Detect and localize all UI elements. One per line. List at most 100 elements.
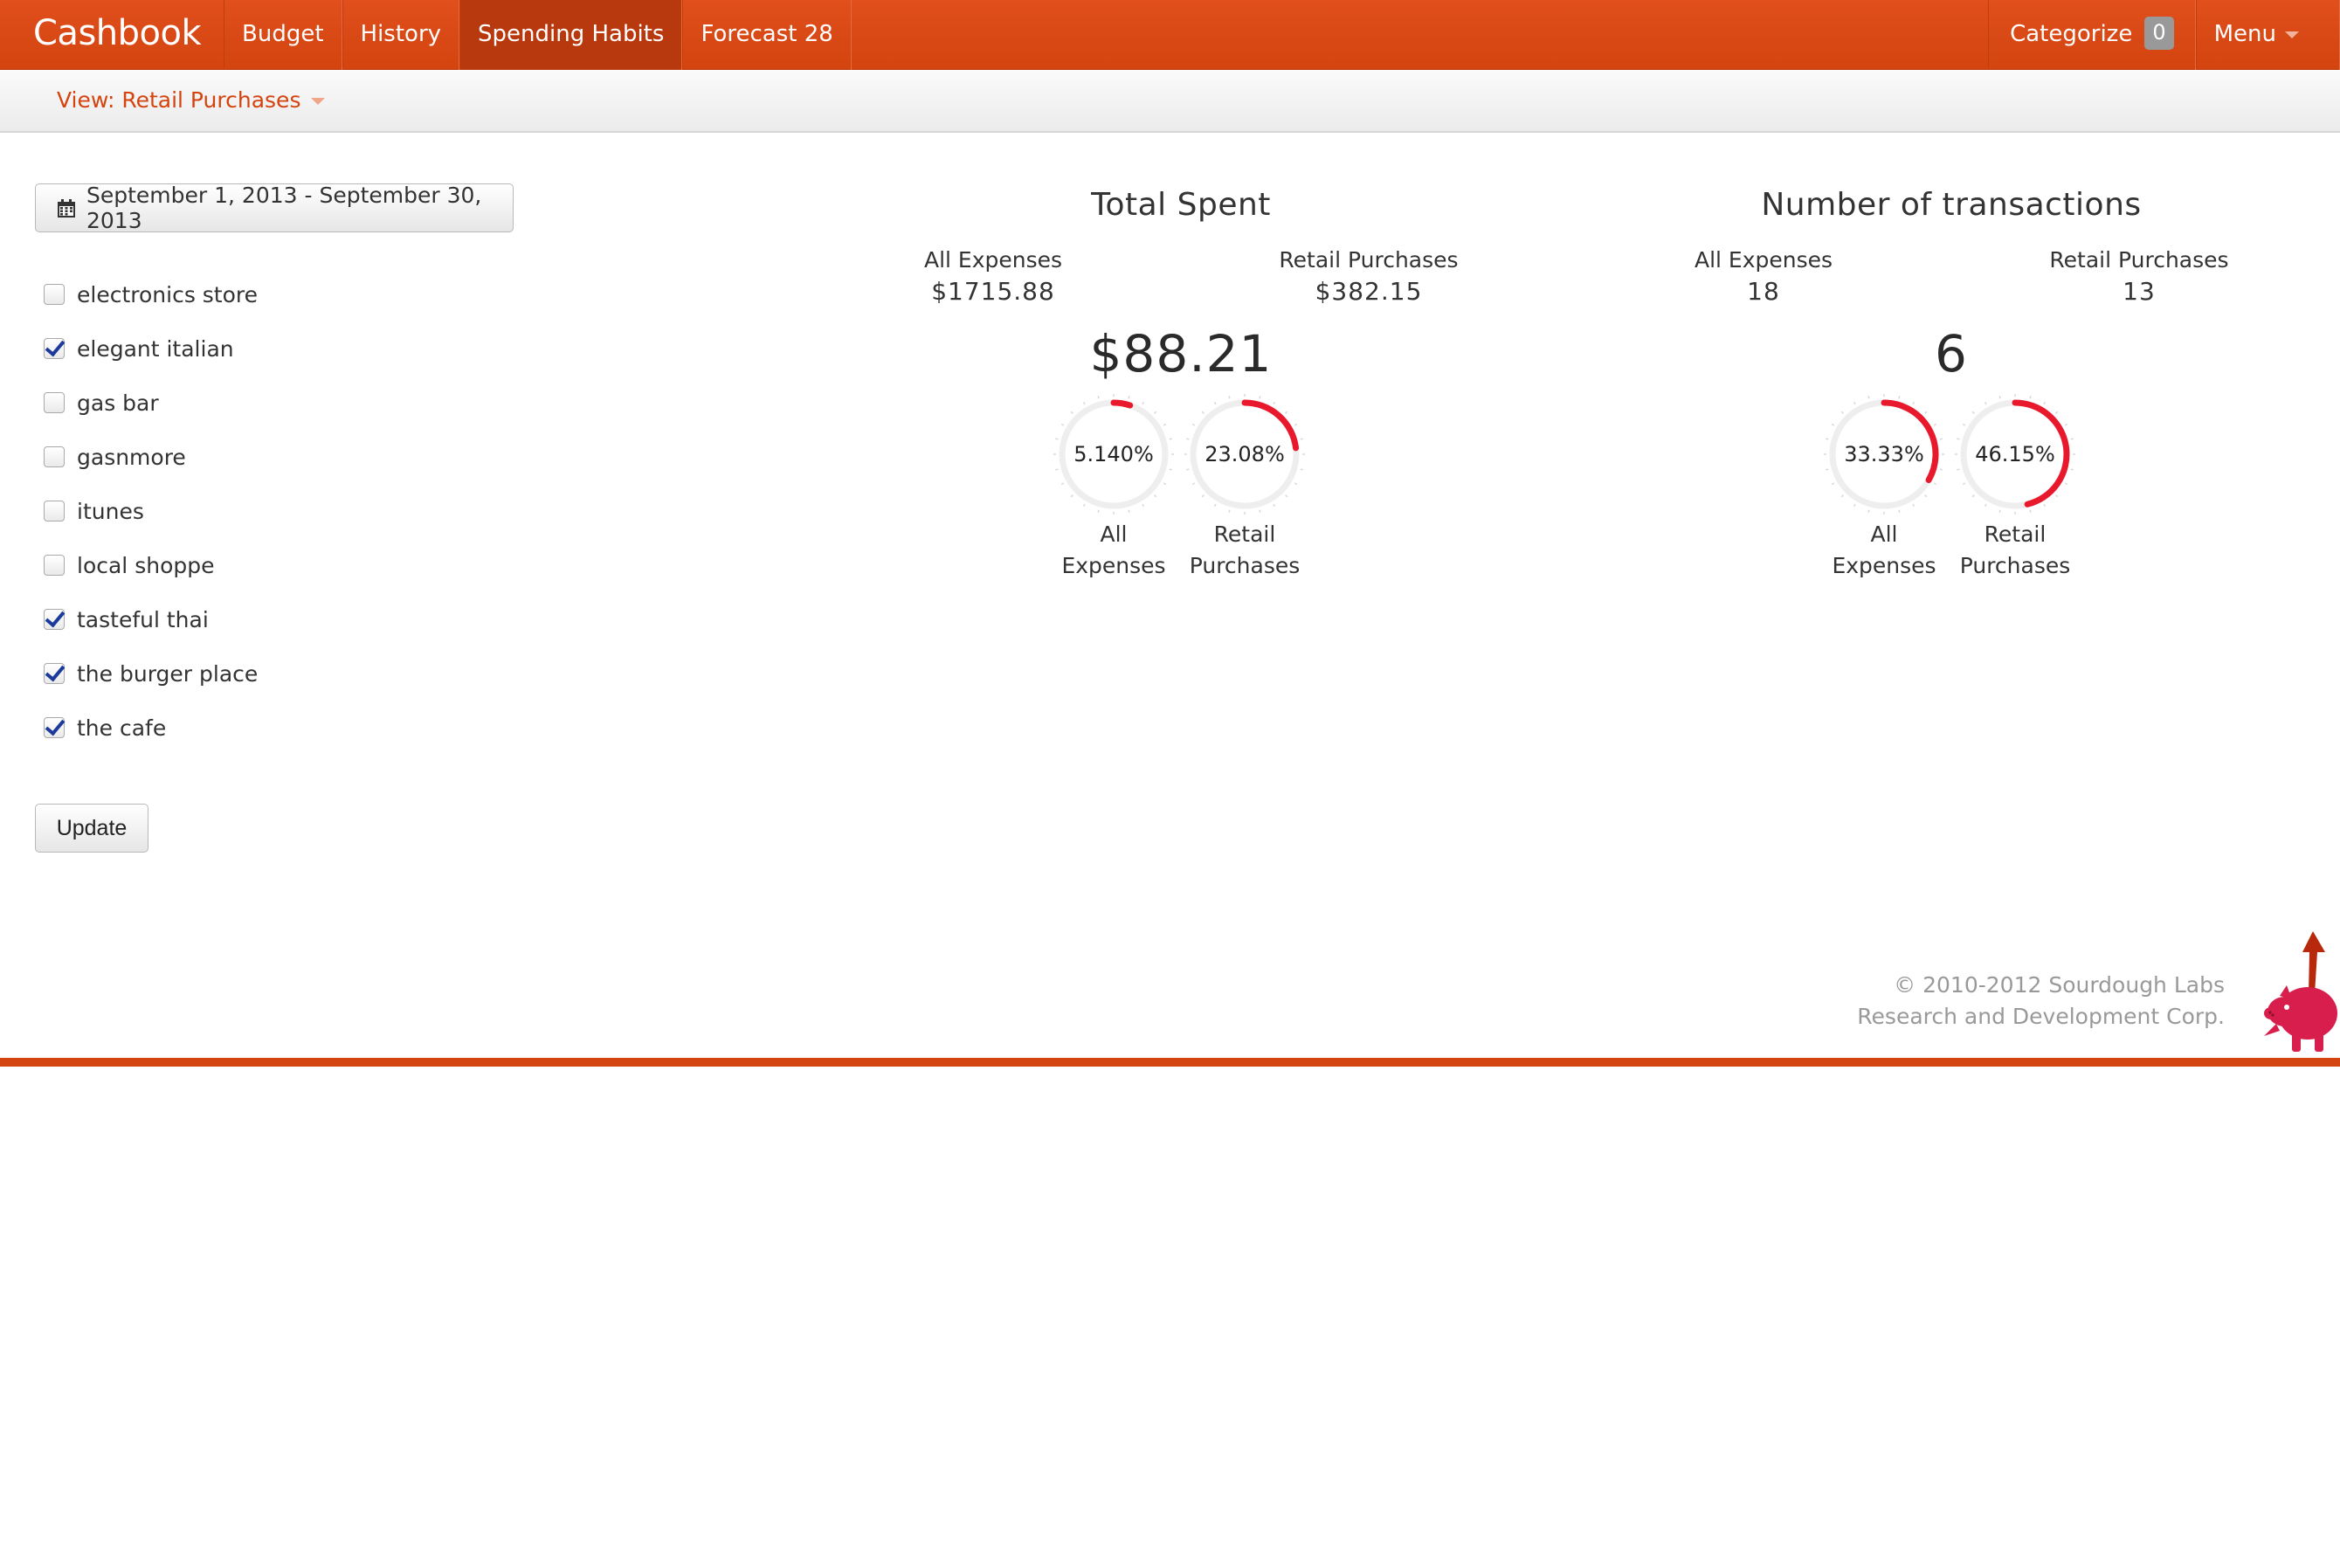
- footer-line-2: Research and Development Corp.: [1857, 1004, 2225, 1029]
- stat-value: 13: [2123, 277, 2156, 306]
- selected-total: $88.21: [1089, 324, 1273, 383]
- filter-checkbox[interactable]: [44, 609, 65, 630]
- retail-purchases-stat: Retail Purchases 13: [2008, 245, 2270, 307]
- gauge-tick: [1924, 411, 1928, 414]
- gauge-tick: [1912, 503, 1915, 508]
- filter-checkbox[interactable]: [44, 284, 65, 305]
- percent-gauge: 46.15%: [1955, 394, 2075, 515]
- filter-checkbox[interactable]: [44, 555, 65, 576]
- footer-rule: [0, 1058, 2340, 1067]
- filter-checkbox[interactable]: [44, 501, 65, 522]
- stat-label: Retail Purchases: [2049, 247, 2229, 273]
- gauge-tick: [1294, 482, 1298, 486]
- nav-spending-habits[interactable]: Spending Habits: [459, 0, 683, 70]
- gauge-tick: [1163, 423, 1167, 426]
- gauge-tick: [1201, 411, 1205, 414]
- stat-value: $1715.88: [931, 277, 1055, 306]
- nav-menu[interactable]: Menu: [2195, 0, 2340, 70]
- up-arrow-icon: [2302, 931, 2325, 994]
- chevron-down-icon: [311, 98, 326, 105]
- update-button[interactable]: Update: [35, 804, 148, 853]
- panel-title: Number of transactions: [1761, 187, 2142, 223]
- gauge-tick: [1984, 401, 1987, 405]
- gauge-tick: [1273, 401, 1276, 405]
- nav-history[interactable]: History: [342, 0, 460, 70]
- gauge-tick: [1831, 482, 1835, 486]
- gauge-tick: [1939, 468, 1943, 471]
- footer-line-1: © 2010-2012 Sourdough Labs: [1894, 972, 2225, 998]
- stat-value: $382.15: [1315, 277, 1423, 306]
- gauge-label-line: All: [1870, 522, 1898, 547]
- footer-copyright: © 2010-2012 Sourdough Labs Research and …: [1857, 970, 2225, 1033]
- gauge-label-line: Retail: [1984, 522, 2047, 547]
- gauge-value: 46.15%: [1975, 442, 2055, 466]
- gauge-tick: [1285, 411, 1288, 414]
- gauge-tick: [1082, 401, 1086, 405]
- summary-stats: All Expenses $1715.88 Retail Purchases $…: [805, 245, 1557, 323]
- filter-label[interactable]: local shoppe: [77, 553, 214, 578]
- filter-checkbox[interactable]: [44, 663, 65, 684]
- gauge-tick: [1998, 509, 2001, 513]
- view-dropdown[interactable]: View: Retail Purchases: [57, 70, 326, 131]
- brand-logo[interactable]: Cashbook: [33, 0, 202, 70]
- list-item: local shoppe: [44, 538, 258, 592]
- filter-checkbox[interactable]: [44, 717, 65, 738]
- gauge-tick: [1191, 423, 1196, 426]
- chevron-down-icon: [2285, 31, 2299, 38]
- filter-checkbox[interactable]: [44, 338, 65, 359]
- gauge-tick: [1933, 482, 1937, 486]
- gauge-tick: [1971, 411, 1975, 414]
- all-expenses-stat: All Expenses $1715.88: [862, 245, 1124, 307]
- gauge-tick: [1097, 509, 1100, 513]
- nav-forecast[interactable]: Forecast 28: [682, 0, 852, 70]
- stat-value: 18: [1747, 277, 1780, 306]
- pig-mascot-icon: [2254, 926, 2340, 1065]
- gauge-label: Retail Purchases: [1950, 519, 2081, 582]
- filter-label[interactable]: the burger place: [77, 661, 258, 687]
- categorize-label: Categorize: [2010, 21, 2133, 47]
- gauge-tick: [1971, 494, 1975, 498]
- gauge-label-line: All: [1100, 522, 1128, 547]
- retail-purchases-stat: Retail Purchases $382.15: [1238, 245, 1500, 307]
- gauge-tick: [1154, 494, 1157, 498]
- filter-label[interactable]: electronics store: [77, 282, 258, 307]
- gauge: 5.140% All Expenses: [1048, 393, 1179, 582]
- filter-checkbox[interactable]: [44, 446, 65, 467]
- gauge-tick: [2064, 482, 2068, 486]
- list-item: electronics store: [44, 267, 258, 321]
- categorize-count-badge: 0: [2144, 16, 2174, 50]
- gauge-tick: [1962, 423, 1966, 426]
- filter-label[interactable]: tasteful thai: [77, 607, 209, 632]
- filter-checkbox[interactable]: [44, 392, 65, 413]
- date-range-button[interactable]: September 1, 2013 - September 30, 2013: [35, 183, 514, 233]
- gauge-tick: [1060, 482, 1065, 486]
- list-item: the burger place: [44, 646, 258, 701]
- all-expenses-stat: All Expenses 18: [1632, 245, 1895, 307]
- gauge-tick: [1213, 503, 1217, 508]
- gauge-tick: [2064, 423, 2068, 426]
- nav-budget[interactable]: Budget: [224, 0, 342, 70]
- filter-label[interactable]: gasnmore: [77, 445, 186, 470]
- percent-gauge: 23.08%: [1184, 394, 1305, 515]
- filter-label[interactable]: elegant italian: [77, 336, 234, 362]
- filter-label[interactable]: the cafe: [77, 715, 166, 741]
- gauge-tick: [1285, 494, 1288, 498]
- summary-stats: All Expenses 18 Retail Purchases 13: [1576, 245, 2327, 323]
- gauge-tick: [2055, 411, 2059, 414]
- list-item: elegant italian: [44, 321, 258, 376]
- gauge-tick: [1840, 494, 1844, 498]
- gauge-tick: [1998, 396, 2001, 399]
- gauge-tick: [1273, 503, 1276, 508]
- filter-label[interactable]: itunes: [77, 499, 144, 524]
- gauge: 23.08% Retail Purchases: [1179, 393, 1310, 582]
- gauge-row: 5.140% All Expenses 23.08% Retail Purcha…: [805, 393, 1557, 603]
- gauge-tick: [1912, 401, 1915, 405]
- top-navbar: Cashbook Budget History Spending Habits …: [0, 0, 2340, 70]
- percent-gauge: 5.140%: [1053, 394, 1174, 515]
- main-nav: Budget History Spending Habits Forecast …: [224, 0, 852, 70]
- gauge-label-line: Purchases: [1959, 553, 2071, 578]
- gauge-tick: [1228, 396, 1231, 399]
- filter-label[interactable]: gas bar: [77, 390, 159, 416]
- gauge-tick: [1924, 494, 1928, 498]
- nav-categorize[interactable]: Categorize 0: [1988, 0, 2196, 70]
